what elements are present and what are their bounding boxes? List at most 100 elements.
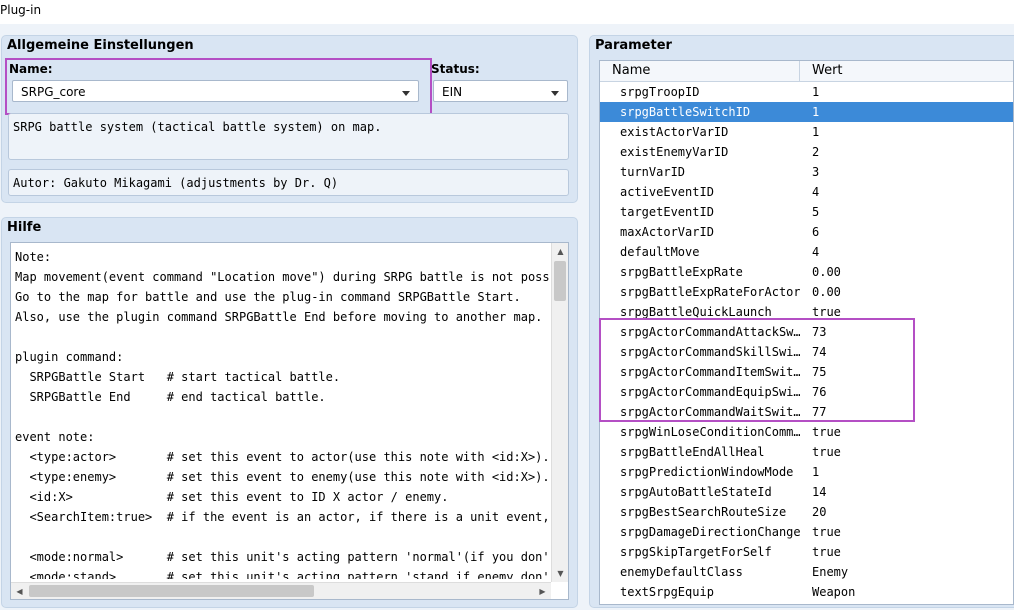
- parameter-name: existActorVarID: [620, 125, 729, 139]
- parameter-row[interactable]: existActorVarID 1: [600, 122, 1013, 142]
- help-title: Hilfe: [7, 220, 42, 235]
- parameter-value: 14: [812, 485, 827, 499]
- parameter-row[interactable]: srpgDamageDirectionChange true: [600, 522, 1013, 542]
- help-line: Note:: [15, 250, 52, 264]
- help-line: [15, 327, 549, 347]
- parameter-row[interactable]: srpgAutoBattleStateId 14: [600, 482, 1013, 502]
- help-line: SRPGBattle Start # start tactical battle…: [15, 370, 341, 384]
- parameter-value: Enemy: [812, 565, 849, 579]
- parameter-name: turnVarID: [620, 165, 686, 179]
- parameter-table-header: Name Wert: [600, 61, 1013, 82]
- column-header-value[interactable]: Wert: [812, 63, 843, 78]
- parameter-name: textSrpgEquip: [620, 585, 714, 599]
- parameter-value: 1: [812, 125, 820, 139]
- chevron-down-icon: [551, 91, 559, 96]
- help-line: Also, use the plugin command SRPGBattle …: [15, 310, 543, 324]
- parameter-value: true: [812, 305, 841, 319]
- parameter-name: existEnemyVarID: [620, 145, 729, 159]
- help-line: Map movement(event command "Location mov…: [15, 270, 549, 284]
- parameter-name: srpgTroopID: [620, 85, 700, 99]
- column-divider[interactable]: [799, 61, 800, 82]
- parameter-row[interactable]: textSrpgEquip Weapon: [600, 582, 1013, 602]
- parameter-value: true: [812, 545, 841, 559]
- parameter-value: true: [812, 445, 841, 459]
- general-settings-title: Allgemeine Einstellungen: [7, 38, 194, 53]
- parameter-row[interactable]: srpgSkipTargetForSelf true: [600, 542, 1013, 562]
- parameter-row[interactable]: srpgWinLoseConditionComm… true: [600, 422, 1013, 442]
- help-line: <id:X> # set this event to ID X actor / …: [15, 490, 449, 504]
- parameter-name: enemyDefaultClass: [620, 565, 743, 579]
- parameter-name: srpgWinLoseConditionComm…: [620, 425, 800, 439]
- parameter-name: srpgBattleExpRate: [620, 265, 743, 279]
- help-line: <mode:normal> # set this unit's acting p…: [15, 550, 549, 564]
- plugin-description: SRPG battle system (tactical battle syst…: [8, 113, 569, 160]
- status-value: EIN: [442, 85, 463, 99]
- help-line: <mode:stand> # set this unit's acting pa…: [15, 570, 549, 579]
- scroll-up-icon[interactable]: ▲: [553, 244, 568, 259]
- parameter-row[interactable]: existEnemyVarID 2: [600, 142, 1013, 162]
- help-line: <type:enemy> # set this event to enemy(u…: [15, 470, 549, 484]
- parameter-value: 0.00: [812, 265, 841, 279]
- parameter-title: Parameter: [595, 38, 672, 53]
- help-vertical-scrollbar[interactable]: ▲ ▼: [551, 243, 568, 582]
- parameter-value: 2: [812, 145, 820, 159]
- parameter-name: srpgBattleSwitchID: [620, 105, 751, 119]
- parameter-value: 20: [812, 505, 827, 519]
- parameter-name: srpgBestSearchRouteSize: [620, 505, 787, 519]
- name-highlight-box: [5, 58, 432, 115]
- parameter-name: srpgSkipTargetForSelf: [620, 545, 772, 559]
- parameter-row[interactable]: srpgTroopID 1: [600, 82, 1013, 102]
- parameter-name: defaultMove: [620, 245, 700, 259]
- parameter-value: 4: [812, 245, 820, 259]
- parameter-name: srpgDamageDirectionChange: [620, 525, 800, 539]
- parameter-row[interactable]: srpgBattleExpRateForActors 0.00: [600, 282, 1013, 302]
- parameter-row[interactable]: targetEventID 5: [600, 202, 1013, 222]
- parameter-name: targetEventID: [620, 205, 714, 219]
- help-line: [15, 527, 549, 547]
- parameter-row[interactable]: srpgPredictionWindowMode 1: [600, 462, 1013, 482]
- scroll-right-icon[interactable]: ▶: [535, 584, 550, 599]
- parameter-row[interactable]: srpgBattleSwitchID 1: [600, 102, 1013, 122]
- help-line: plugin command:: [15, 350, 124, 364]
- parameter-value: 1: [812, 85, 820, 99]
- parameter-row[interactable]: defaultMove 4: [600, 242, 1013, 262]
- parameter-name: srpgBattleExpRateForActors: [620, 285, 800, 299]
- parameter-row[interactable]: srpgBestSearchRouteSize 20: [600, 502, 1013, 522]
- parameter-name: srpgAutoBattleStateId: [620, 485, 772, 499]
- parameter-row[interactable]: activeEventID 4: [600, 182, 1013, 202]
- parameter-name: srpgPredictionWindowMode: [620, 465, 794, 479]
- help-line: event note:: [15, 430, 95, 444]
- parameter-row[interactable]: srpgBattleEndAllHeal true: [600, 442, 1013, 462]
- parameter-value: 5: [812, 205, 820, 219]
- parameter-row[interactable]: maxActorVarID 6: [600, 222, 1013, 242]
- help-text-area[interactable]: Note: Map movement(event command "Locatio…: [10, 242, 569, 600]
- help-horizontal-scroll-thumb[interactable]: [29, 585, 314, 597]
- scroll-left-icon[interactable]: ◀: [12, 584, 27, 599]
- parameter-value: 0.00: [812, 285, 841, 299]
- status-label: Status:: [431, 62, 480, 76]
- parameter-value: 4: [812, 185, 820, 199]
- parameter-name: activeEventID: [620, 185, 714, 199]
- parameter-value: 3: [812, 165, 820, 179]
- help-line: Go to the map for battle and use the plu…: [15, 290, 521, 304]
- parameter-row[interactable]: enemyDefaultClass Enemy: [600, 562, 1013, 582]
- parameter-name: srpgBattleEndAllHeal: [620, 445, 765, 459]
- help-text: Note: Map movement(event command "Locatio…: [15, 247, 549, 579]
- parameter-name: maxActorVarID: [620, 225, 714, 239]
- parameter-value: 6: [812, 225, 820, 239]
- actor-command-highlight-box: [599, 318, 915, 422]
- parameter-value: 1: [812, 105, 820, 119]
- help-horizontal-scrollbar[interactable]: ◀ ▶: [11, 582, 551, 599]
- parameter-value: 1: [812, 465, 820, 479]
- scroll-down-icon[interactable]: ▼: [553, 566, 568, 581]
- plugin-author: Autor: Gakuto Mikagami (adjustments by D…: [8, 169, 569, 196]
- parameter-row[interactable]: turnVarID 3: [600, 162, 1013, 182]
- parameter-row[interactable]: srpgBattleExpRate 0.00: [600, 262, 1013, 282]
- help-line: [15, 407, 549, 427]
- status-select[interactable]: EIN: [433, 80, 568, 102]
- parameter-name: srpgBattleQuickLaunch: [620, 305, 772, 319]
- help-vertical-scroll-thumb[interactable]: [554, 261, 566, 301]
- help-line: SRPGBattle End # end tactical battle.: [15, 390, 326, 404]
- window-title: Plug-in: [0, 0, 1014, 24]
- column-header-name[interactable]: Name: [612, 63, 650, 78]
